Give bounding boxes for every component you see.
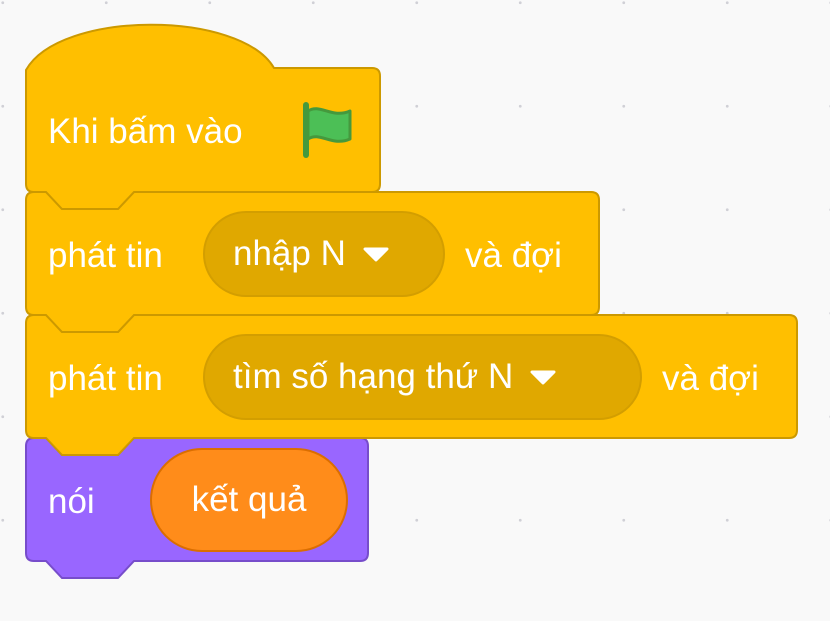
result-variable-reporter[interactable]: kết quả — [150, 448, 348, 552]
broadcast-block-1-label: phát tin — [48, 236, 163, 275]
result-variable-label: kết quả — [191, 480, 307, 519]
broadcast-block-2-suffix: và đợi — [662, 359, 759, 398]
dropdown-arrow-icon — [530, 370, 556, 385]
green-flag-icon — [303, 102, 352, 158]
broadcast-block-1-suffix: và đợi — [465, 236, 562, 275]
say-block-label: nói — [48, 482, 95, 521]
broadcast-message-dropdown-2[interactable]: tìm số hạng thứ N — [203, 334, 642, 420]
dropdown-arrow-icon — [363, 247, 389, 262]
block-shapes — [25, 23, 798, 579]
hat-block-label: Khi bấm vào — [48, 112, 243, 151]
broadcast-block-2-label: phát tin — [48, 359, 163, 398]
broadcast-message-1: nhập N — [233, 234, 346, 273]
broadcast-message-dropdown-1[interactable]: nhập N — [203, 211, 445, 297]
broadcast-message-2: tìm số hạng thứ N — [233, 357, 514, 396]
script-workspace[interactable]: Khi bấm vào phát tin nhập N và đợi phát … — [0, 0, 830, 621]
